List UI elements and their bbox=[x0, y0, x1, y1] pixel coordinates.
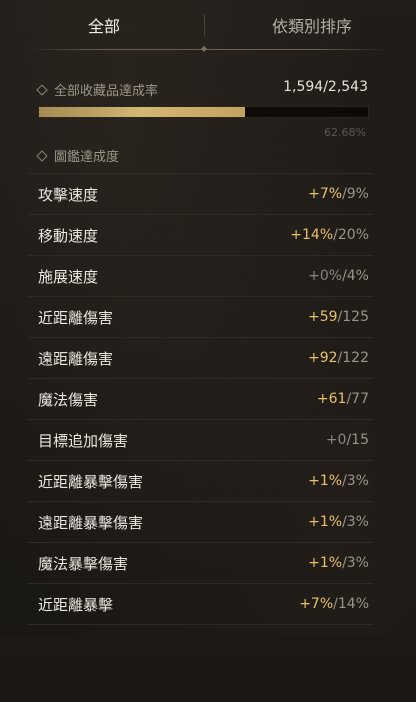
stat-current: +0 bbox=[325, 432, 347, 448]
stat-name: 近距離傷害 bbox=[38, 308, 114, 327]
stat-max: /122 bbox=[337, 350, 369, 366]
stat-max: /14% bbox=[333, 596, 369, 612]
stat-row: 遠距離暴擊傷害 +1%/3% bbox=[28, 501, 373, 542]
stat-name: 近距離暴擊傷害 bbox=[38, 472, 144, 491]
stat-row: 移動速度 +14%/20% bbox=[28, 214, 373, 255]
stat-row: 目標追加傷害 +0/15 bbox=[28, 419, 373, 460]
stat-value: +14%/20% bbox=[290, 227, 369, 243]
stat-max: /9% bbox=[342, 186, 369, 202]
stat-name: 攻擊速度 bbox=[38, 185, 99, 204]
codex-label: 圖鑑達成度 bbox=[54, 150, 120, 165]
stat-value: +59/125 bbox=[308, 309, 369, 325]
tab-sort-by-category[interactable]: 依類別排序 bbox=[208, 0, 416, 50]
stat-value: +1%/3% bbox=[308, 514, 369, 530]
stat-value: +7%/14% bbox=[299, 596, 369, 612]
stat-current: +7% bbox=[299, 596, 334, 612]
tab-divider bbox=[204, 14, 205, 36]
stat-row: 遠距離傷害 +92/122 bbox=[28, 337, 373, 378]
stat-name: 近距離暴擊 bbox=[38, 595, 114, 614]
collection-current: 1,594 bbox=[283, 79, 324, 95]
stat-row: 魔法傷害 +61/77 bbox=[28, 378, 373, 419]
stat-current: +61 bbox=[316, 391, 347, 407]
stat-name: 施展速度 bbox=[38, 267, 99, 286]
stat-max: /3% bbox=[342, 514, 369, 530]
stat-value: +0/15 bbox=[326, 432, 369, 448]
codex-header: 圖鑑達成度 bbox=[36, 146, 120, 165]
stat-row: 近距離暴擊傷害 +1%/3% bbox=[28, 460, 373, 501]
stat-current: +14% bbox=[290, 227, 334, 243]
collection-rate-header: 全部收藏品達成率 bbox=[36, 80, 159, 99]
stat-name: 魔法傷害 bbox=[38, 390, 99, 409]
diamond-icon bbox=[36, 149, 48, 162]
stat-current: +1% bbox=[308, 514, 343, 530]
stat-current: +0% bbox=[308, 268, 343, 284]
stat-value: +1%/3% bbox=[308, 555, 369, 571]
collection-count: 1,594/2,543 bbox=[283, 79, 368, 95]
stat-list: 攻擊速度 +7%/9% 移動速度 +14%/20% 施展速度 +0%/4% 近距離傷害 +59… bbox=[28, 173, 373, 665]
stat-current: +1% bbox=[308, 473, 343, 489]
tab-bar: 全部 依類別排序 bbox=[0, 0, 416, 50]
ornament-icon: ◆ bbox=[200, 44, 208, 53]
stat-max: /3% bbox=[342, 473, 369, 489]
stat-row: 近距離傷害 +59/125 bbox=[28, 296, 373, 337]
collection-total: 2,543 bbox=[327, 79, 368, 95]
stat-name: 遠距離傷害 bbox=[38, 349, 114, 368]
stat-name: 目標追加傷害 bbox=[38, 431, 129, 450]
stat-row: 施展速度 +0%/4% bbox=[28, 255, 373, 296]
collection-percent: 62.68% bbox=[324, 126, 366, 139]
stat-row: 魔法暴擊傷害 +1%/3% bbox=[28, 542, 373, 583]
collection-rate-label: 全部收藏品達成率 bbox=[54, 84, 159, 99]
stat-name: 魔法暴擊傷害 bbox=[38, 554, 129, 573]
stat-max: /4% bbox=[342, 268, 369, 284]
stat-current: +92 bbox=[308, 350, 338, 366]
stat-current: +1% bbox=[308, 555, 343, 571]
stat-max: /20% bbox=[333, 227, 369, 243]
stat-value: +7%/9% bbox=[308, 186, 369, 202]
stat-max: /3% bbox=[342, 555, 369, 571]
stat-value: +92/122 bbox=[308, 350, 369, 366]
stat-row: 近距離暴擊 +7%/14% bbox=[28, 583, 373, 624]
collection-progress-bar bbox=[38, 106, 369, 118]
tab-all[interactable]: 全部 bbox=[0, 0, 208, 50]
collection-progress-fill bbox=[39, 107, 246, 117]
stat-current: +59 bbox=[308, 309, 338, 325]
stat-name: 移動速度 bbox=[38, 226, 99, 245]
stat-max: /77 bbox=[346, 391, 369, 407]
stat-max: /15 bbox=[346, 432, 369, 448]
diamond-icon bbox=[36, 83, 48, 96]
stat-current: +7% bbox=[308, 186, 343, 202]
stat-value: +1%/3% bbox=[308, 473, 369, 489]
stat-value: +0%/4% bbox=[308, 268, 369, 284]
stat-value: +61/77 bbox=[317, 391, 369, 407]
stat-name: 遠距離暴擊傷害 bbox=[38, 513, 144, 532]
stat-max: /125 bbox=[337, 309, 369, 325]
list-fade bbox=[0, 636, 416, 702]
stat-row: 攻擊速度 +7%/9% bbox=[28, 173, 373, 214]
